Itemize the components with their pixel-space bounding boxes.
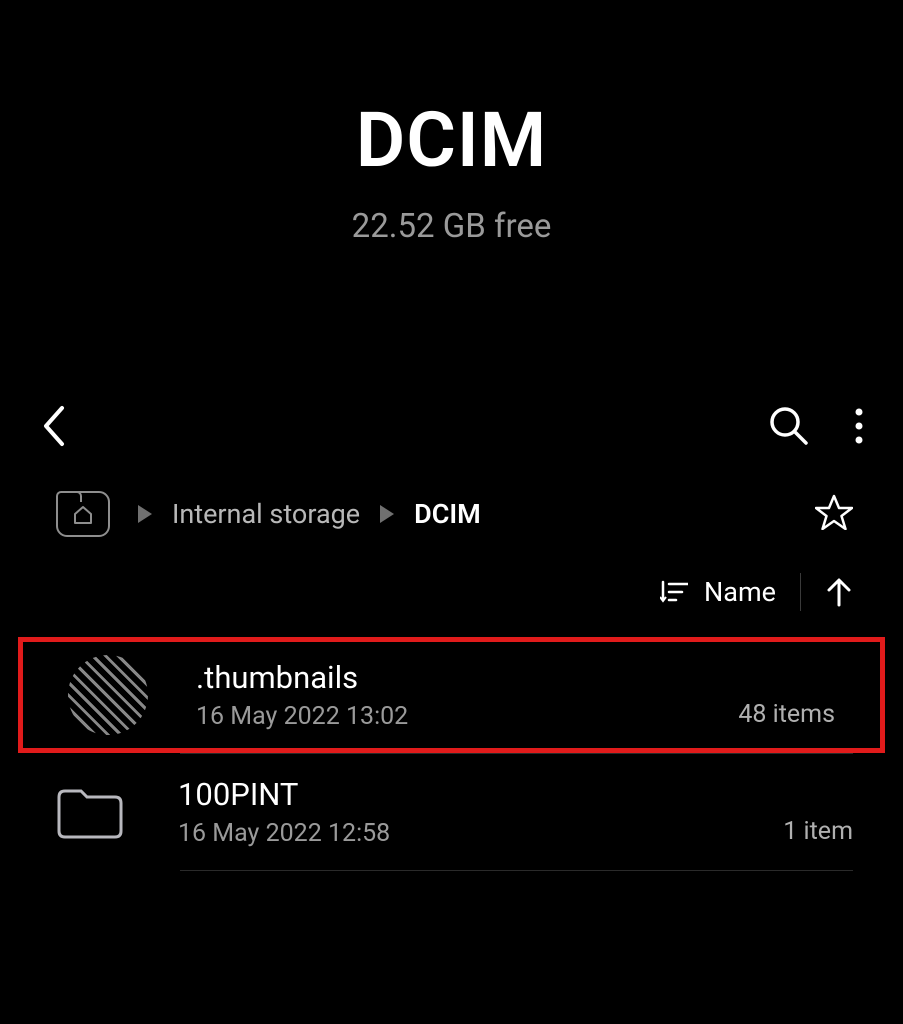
chevron-left-icon — [40, 404, 68, 448]
back-button[interactable] — [40, 404, 68, 448]
list-item[interactable]: 100PINT 16 May 2022 12:58 1 item — [0, 754, 903, 870]
search-icon — [769, 406, 809, 446]
more-options-button[interactable] — [855, 408, 863, 444]
sort-direction-button[interactable] — [825, 577, 853, 607]
storage-free-label: 22.52 GB free — [0, 207, 903, 246]
home-folder-icon — [56, 491, 110, 537]
file-meta: 100PINT 16 May 2022 12:58 — [178, 776, 783, 848]
breadcrumb-bar: Internal storage DCIM — [0, 461, 903, 557]
list-item[interactable]: .thumbnails 16 May 2022 13:02 48 items — [18, 637, 885, 753]
file-meta: .thumbnails 16 May 2022 13:02 — [196, 659, 738, 731]
list-divider — [180, 870, 853, 871]
folder-thumbnail-icon — [68, 655, 148, 735]
sort-icon — [660, 580, 688, 604]
breadcrumb-home-button[interactable] — [56, 491, 110, 537]
breadcrumb-current: DCIM — [414, 498, 481, 530]
file-name: .thumbnails — [196, 659, 738, 696]
kebab-menu-icon — [855, 408, 863, 444]
breadcrumb-items: Internal storage DCIM — [138, 498, 481, 530]
breadcrumb-link-internal-storage[interactable]: Internal storage — [172, 498, 360, 530]
arrow-up-icon — [825, 577, 853, 607]
search-button[interactable] — [769, 406, 809, 446]
file-item-count: 1 item — [783, 817, 853, 852]
star-icon — [815, 494, 853, 530]
file-list: .thumbnails 16 May 2022 13:02 48 items 1… — [0, 637, 903, 871]
toolbar — [0, 391, 903, 461]
header-section: DCIM 22.52 GB free — [0, 0, 903, 391]
sort-label: Name — [704, 576, 776, 608]
file-name: 100PINT — [178, 776, 783, 813]
folder-icon — [50, 772, 130, 852]
sort-bar: Name — [0, 557, 903, 637]
page-title: DCIM — [0, 95, 903, 185]
file-date: 16 May 2022 13:02 — [196, 702, 738, 731]
chevron-right-icon — [138, 505, 152, 523]
sort-divider — [800, 573, 801, 611]
chevron-right-icon — [380, 505, 394, 523]
favorite-button[interactable] — [815, 494, 853, 534]
file-date: 16 May 2022 12:58 — [178, 819, 783, 848]
file-item-count: 48 items — [738, 700, 835, 735]
sort-button[interactable]: Name — [660, 576, 776, 608]
